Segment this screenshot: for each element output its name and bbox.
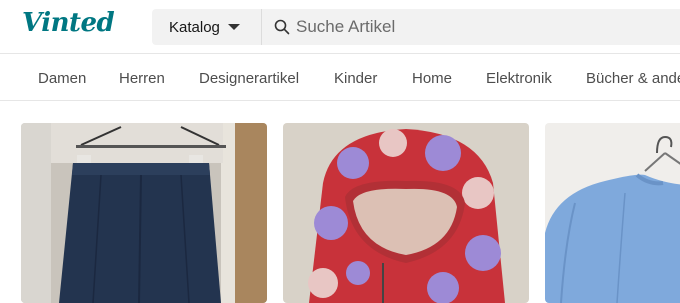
nav-item-kinder[interactable]: Kinder [334,70,377,87]
product-card[interactable] [283,123,529,303]
product-image [21,123,267,303]
product-card[interactable] [545,123,680,303]
nav-item-buecher[interactable]: Bücher & ande [586,70,680,87]
product-image [545,123,680,303]
search-bar: Katalog [152,9,680,45]
nav-item-home[interactable]: Home [412,70,452,87]
product-card[interactable] [21,123,267,303]
nav-item-herren[interactable]: Herren [119,70,165,87]
catalog-dropdown[interactable]: Katalog [152,9,262,45]
nav-item-designerartikel[interactable]: Designerartikel [199,70,299,87]
search-input[interactable] [296,9,676,45]
search-icon [274,19,290,35]
chevron-down-icon [227,24,240,30]
catalog-label: Katalog [169,18,220,36]
product-image [283,123,529,303]
top-header: Vinted Katalog [0,0,680,54]
nav-item-damen[interactable]: Damen [38,70,86,87]
nav-item-elektronik[interactable]: Elektronik [486,70,552,87]
category-nav: Damen Herren Designerartikel Kinder Home… [0,55,680,101]
vinted-logo[interactable]: Vinted [22,8,115,38]
